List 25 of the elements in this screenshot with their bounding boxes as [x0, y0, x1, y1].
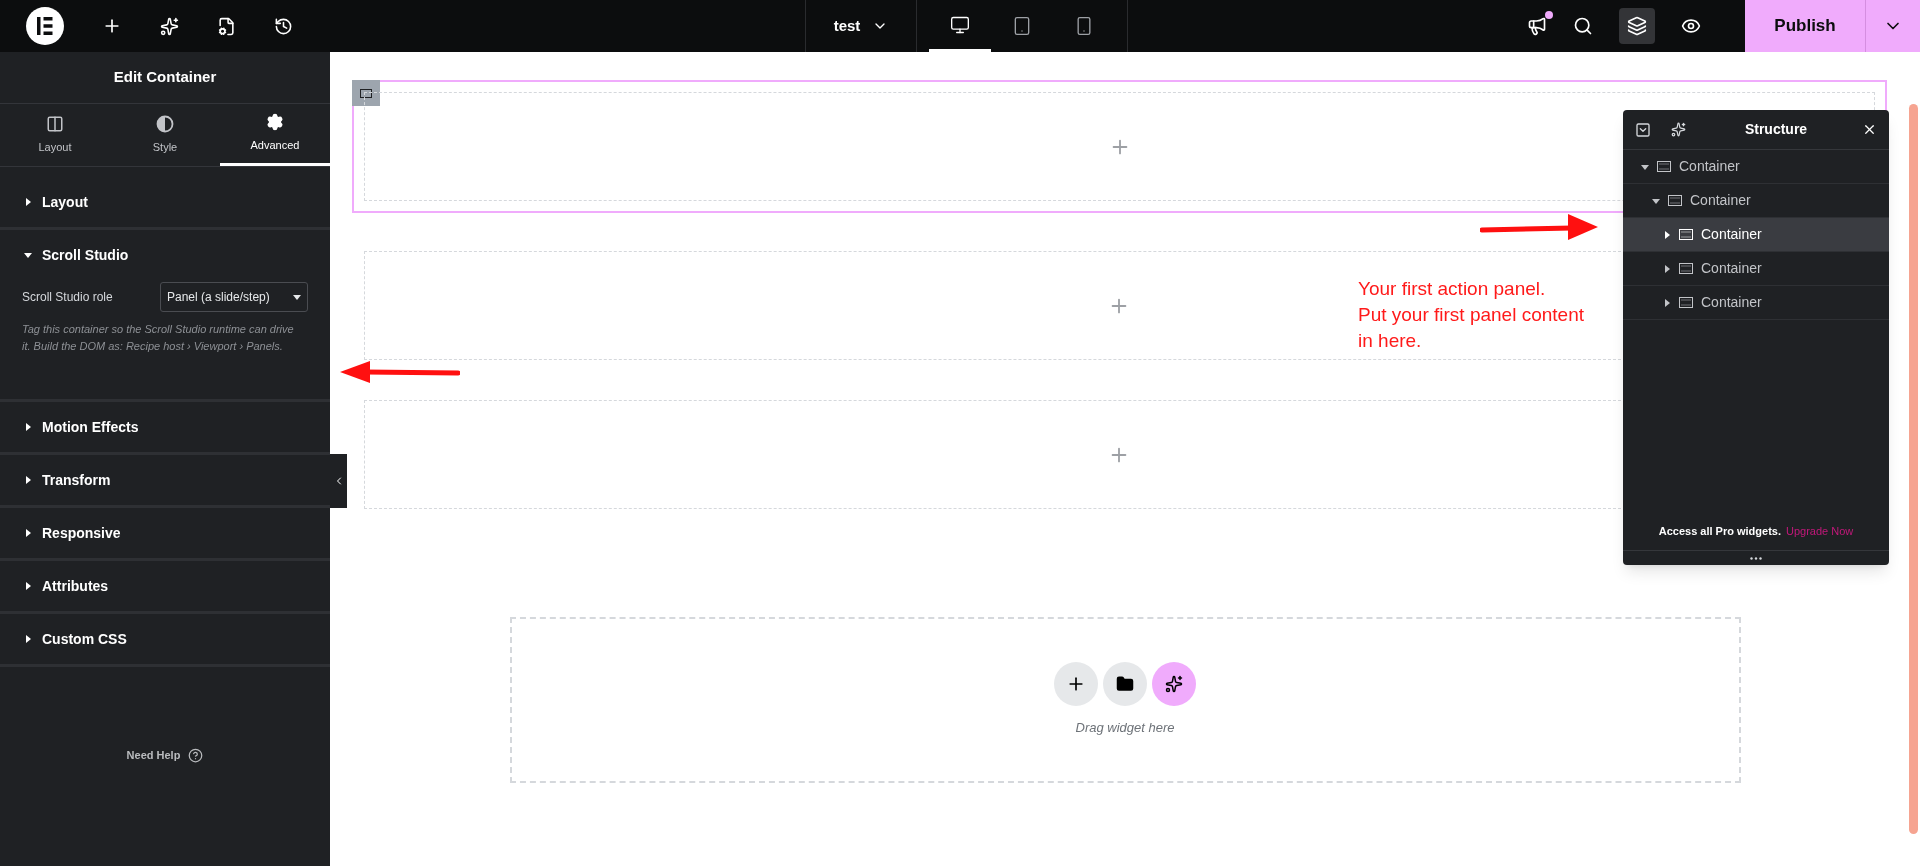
drop-hint: Drag widget here: [1075, 719, 1175, 738]
panel-tab[interactable]: Layout: [0, 104, 110, 166]
field-label: Scroll Studio role: [22, 289, 113, 306]
annotation-text: Your first action panel.: [1358, 277, 1547, 301]
section-header[interactable]: Scroll Studio: [0, 230, 330, 280]
tree-item[interactable]: Container: [1623, 150, 1889, 184]
tree-item[interactable]: Container: [1623, 184, 1889, 218]
help-text: Tag this container so the Scroll Studio runtime can drive it. Build the DOM as: Recipe host › Viewport › Panels.: [22, 322, 295, 354]
section-header[interactable]: Custom CSS: [0, 614, 330, 664]
section-header[interactable]: Motion Effects: [0, 402, 330, 452]
need-help-link[interactable]: Need Help: [126, 747, 204, 764]
tree-item[interactable]: Container: [1623, 286, 1889, 320]
section-header[interactable]: Layout: [0, 177, 330, 227]
tree-item[interactable]: Container: [1623, 218, 1889, 252]
section-header[interactable]: Transform: [0, 455, 330, 505]
container-frame[interactable]: Your first action panel. Put your first panel content in here.: [352, 249, 1623, 362]
promo-text: Access all Pro widgets.: [1658, 524, 1781, 540]
role-select[interactable]: Panel (a slide/step): [160, 282, 308, 312]
panel-tab[interactable]: Style: [110, 104, 220, 166]
structure-title: Structure: [1743, 120, 1809, 139]
tree-item[interactable]: Container: [1623, 252, 1889, 286]
annotation-text: Put your first panel content: [1358, 303, 1584, 327]
section-header[interactable]: Responsive: [0, 508, 330, 558]
annotation-text: in here.: [1358, 329, 1423, 353]
section-header[interactable]: Attributes: [0, 561, 330, 611]
